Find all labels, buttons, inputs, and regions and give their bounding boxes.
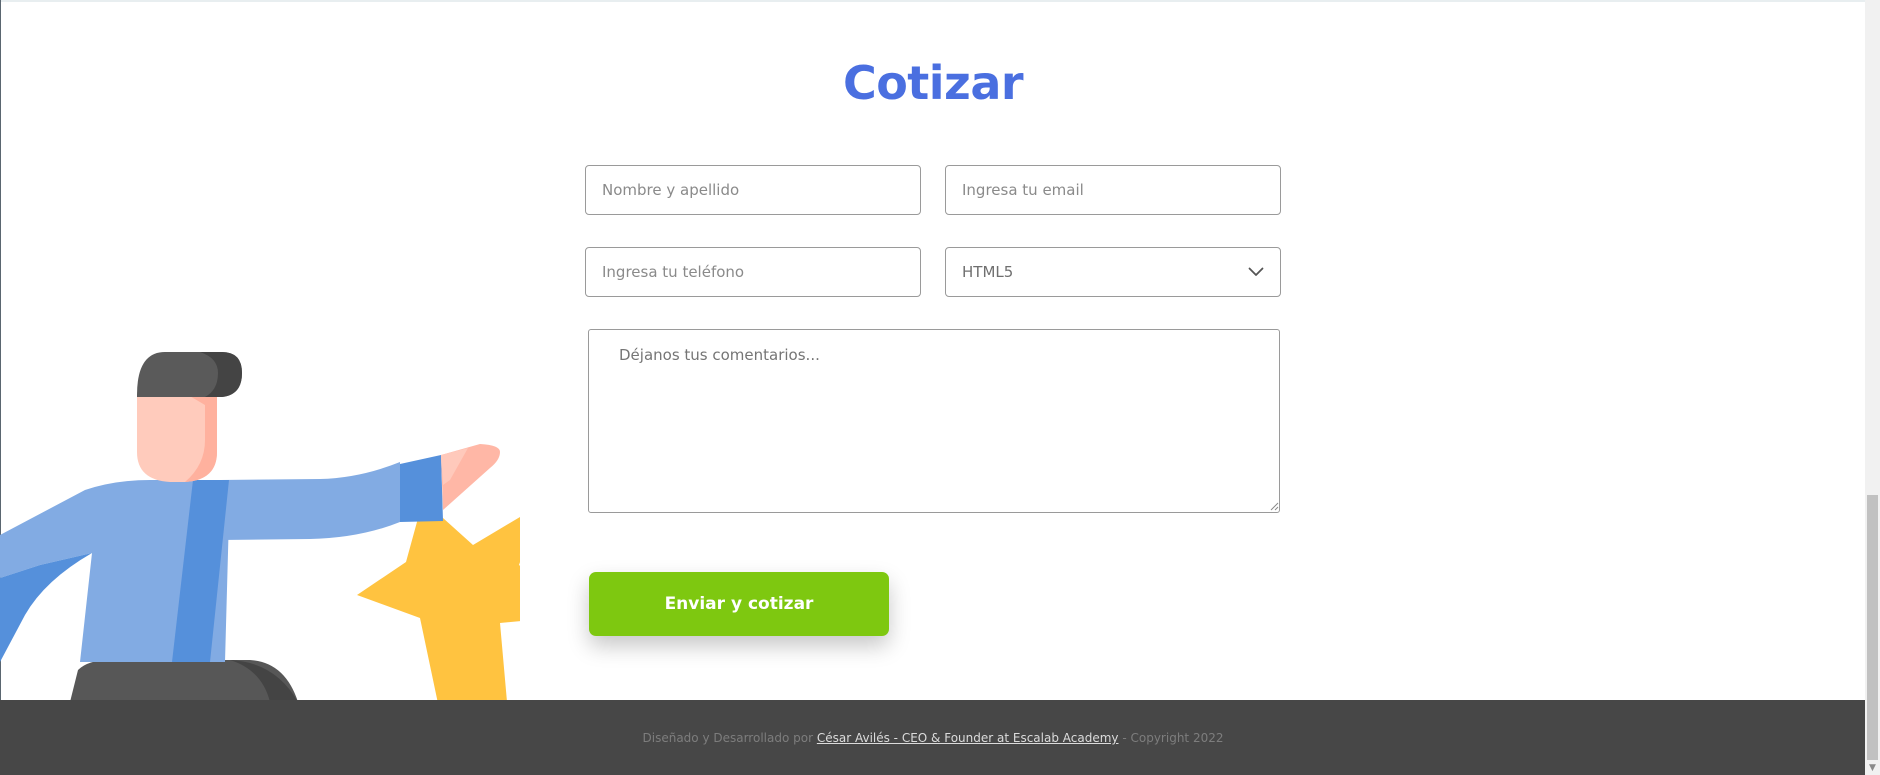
star-icon: [357, 500, 520, 702]
author-link[interactable]: César Avilés - CEO & Founder at Escalab …: [817, 731, 1119, 745]
page-viewport: Cotizar HTML5: [0, 0, 1880, 775]
comments-textarea[interactable]: [588, 329, 1280, 513]
vertical-scrollbar[interactable]: ▼: [1865, 0, 1880, 775]
scrollbar-thumb[interactable]: [1867, 495, 1878, 760]
chevron-down-icon: [1248, 267, 1264, 276]
resize-grip-icon[interactable]: [1270, 502, 1279, 511]
technology-select[interactable]: HTML5: [945, 247, 1281, 297]
scroll-down-arrow-icon[interactable]: ▼: [1865, 761, 1880, 775]
person-pointing-illustration: [0, 352, 520, 702]
phone-input[interactable]: [585, 247, 921, 297]
name-input[interactable]: [585, 165, 921, 215]
technology-select-value: HTML5: [962, 263, 1014, 281]
page-title: Cotizar: [842, 56, 1024, 110]
footer-suffix: - Copyright 2022: [1122, 731, 1224, 745]
submit-quote-button[interactable]: Enviar y cotizar: [589, 572, 889, 636]
footer-prefix: Diseñado y Desarrollado por: [642, 731, 814, 745]
footer-credits: Diseñado y Desarrollado por César Avilés…: [0, 731, 1866, 745]
email-input[interactable]: [945, 165, 1281, 215]
top-border: [0, 0, 1866, 2]
